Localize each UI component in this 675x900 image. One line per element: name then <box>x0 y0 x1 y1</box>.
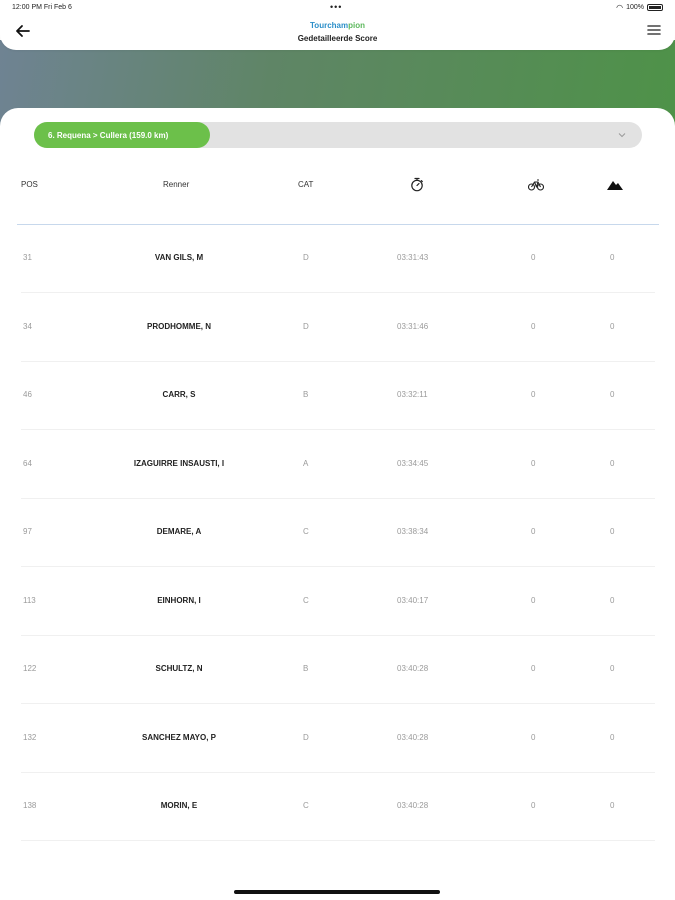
status-time: 12:00 PM Fri Feb 6 <box>12 4 72 11</box>
table-row[interactable]: 34 PRODHOMME, N D 03:31:46 0 0 <box>17 294 659 362</box>
hamburger-menu-icon[interactable] <box>647 24 661 36</box>
multitasking-dots: ••• <box>330 2 343 12</box>
rider-name-cell: SCHULTZ, N <box>155 664 203 673</box>
bike-points-cell: 0 <box>531 458 536 468</box>
mountain-points-cell: 0 <box>610 801 615 810</box>
column-header-pos: POS <box>21 180 38 189</box>
bike-points-cell: 0 <box>531 527 536 536</box>
bike-points-cell: 0 <box>531 595 536 605</box>
time-cell: 03:34:45 <box>397 458 429 468</box>
wifi-icon: ◠ <box>616 3 624 12</box>
mountain-points-cell: 0 <box>610 664 615 673</box>
rider-name-cell: VAN GILS, M <box>154 253 204 262</box>
mountain-points-cell: 0 <box>610 458 615 468</box>
category-cell: D <box>303 321 309 331</box>
bike-points-cell: 0 <box>531 664 536 673</box>
pos-cell: 64 <box>23 458 32 468</box>
category-cell: B <box>303 664 309 673</box>
pos-cell: 122 <box>23 664 37 673</box>
table-row[interactable]: 31 VAN GILS, M D 03:31:43 0 0 <box>17 225 659 293</box>
home-indicator <box>234 890 440 894</box>
column-header-cat: CAT <box>298 180 314 189</box>
time-cell: 03:40:17 <box>397 595 429 605</box>
stage-progress-label: 6. Requena > Cullera (159.0 km) <box>34 122 210 148</box>
table-row[interactable]: 138 MORIN, E C 03:40:28 0 0 <box>17 773 659 841</box>
logo-main: Tourcham <box>310 21 349 30</box>
pos-cell: 97 <box>23 527 32 536</box>
score-card: 6. Requena > Cullera (159.0 km) POS Renn… <box>0 108 675 900</box>
category-cell: B <box>303 390 309 399</box>
mountain-points-cell: 0 <box>610 390 615 399</box>
rider-name-cell: DEMARE, A <box>156 527 202 536</box>
rider-name-cell: SANCHEZ MAYO, P <box>142 732 216 742</box>
table-row[interactable]: 122 SCHULTZ, N B 03:40:28 0 0 <box>17 636 659 704</box>
category-cell: C <box>303 801 309 810</box>
rider-name-cell: IZAGUIRRE INSAUSTI, I <box>133 458 225 468</box>
battery-icon <box>647 4 663 11</box>
mountain-points-cell: 0 <box>610 321 615 331</box>
table-row[interactable]: 46 CARR, S B 03:32:11 0 0 <box>17 362 659 430</box>
status-bar: 12:00 PM Fri Feb 6 ••• ◠ 100% <box>0 0 675 16</box>
app-logo: Tourchampion <box>0 21 675 30</box>
category-cell: D <box>303 732 309 742</box>
mountain-points-cell: 0 <box>610 595 615 605</box>
mountain-icon <box>607 181 623 190</box>
rider-name-cell: EINHORN, I <box>157 595 201 605</box>
pos-cell: 138 <box>23 801 37 810</box>
bike-points-cell: 0 <box>531 390 536 399</box>
table-row[interactable]: 97 DEMARE, A C 03:38:34 0 0 <box>17 499 659 567</box>
bike-points-cell: 0 <box>531 321 536 331</box>
category-cell: C <box>303 595 309 605</box>
column-header-rider: Renner <box>163 180 190 189</box>
category-cell: A <box>303 458 309 468</box>
table-row[interactable]: 132 SANCHEZ MAYO, P D 03:40:28 0 0 <box>17 705 659 773</box>
rider-name-cell: MORIN, E <box>160 801 198 810</box>
table-row[interactable]: 64 IZAGUIRRE INSAUSTI, I A 03:34:45 0 0 <box>17 431 659 499</box>
mountain-points-cell: 0 <box>610 732 615 742</box>
battery-percentage: 100% <box>626 4 644 11</box>
mountain-points-cell: 0 <box>610 253 615 262</box>
table-row[interactable]: 113 EINHORN, I C 03:40:17 0 0 <box>17 568 659 636</box>
time-cell: 03:40:28 <box>397 664 429 673</box>
pos-cell: 113 <box>23 595 36 605</box>
time-cell: 03:40:28 <box>397 801 429 810</box>
mountain-points-cell: 0 <box>610 527 615 536</box>
rider-name-cell: CARR, S <box>162 390 196 399</box>
page-title: Gedetailleerde Score <box>297 34 378 43</box>
time-cell: 03:31:46 <box>397 321 429 331</box>
chevron-down-icon <box>618 133 626 138</box>
time-cell: 03:38:34 <box>397 527 429 536</box>
category-cell: D <box>303 253 309 262</box>
bike-points-cell: 0 <box>531 732 536 742</box>
pos-cell: 34 <box>23 321 32 331</box>
pos-cell: 132 <box>23 732 37 742</box>
stage-dropdown[interactable]: 6. Requena > Cullera (159.0 km) <box>34 122 642 148</box>
category-cell: C <box>303 527 309 536</box>
bike-points-cell: 0 <box>531 253 536 262</box>
time-cell: 03:40:28 <box>397 732 429 742</box>
status-right: ◠ 100% <box>616 3 663 12</box>
pos-cell: 31 <box>23 253 32 262</box>
bicycle-icon <box>528 179 544 191</box>
app-header: Tourchampion Gedetailleerde Score <box>0 16 675 50</box>
bike-points-cell: 0 <box>531 801 536 810</box>
logo-accent: pion <box>348 21 365 30</box>
rider-name-cell: PRODHOMME, N <box>147 321 211 331</box>
row-divider <box>21 840 655 841</box>
stopwatch-icon <box>411 177 423 192</box>
time-cell: 03:31:43 <box>397 253 429 262</box>
pos-cell: 46 <box>23 390 32 399</box>
time-cell: 03:32:11 <box>397 390 428 399</box>
